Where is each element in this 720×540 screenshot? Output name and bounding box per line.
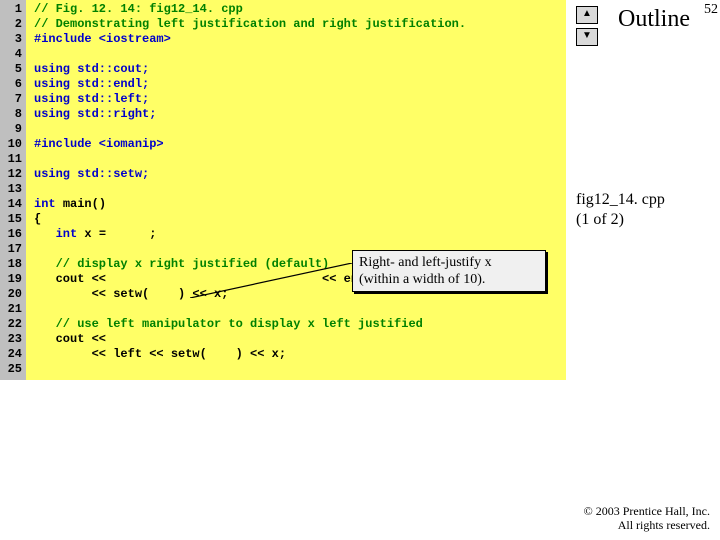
copyright-line2: All rights reserved. <box>584 518 710 532</box>
line-number: 16 <box>0 227 26 242</box>
outline-title: Outline <box>618 6 690 33</box>
line-number: 10 <box>0 137 26 152</box>
line-number: 2 <box>0 17 26 32</box>
code-panel: // Fig. 12. 14: fig12_14. cpp// Demonstr… <box>26 0 566 380</box>
line-number: 25 <box>0 362 26 377</box>
caption-filename: fig12_14. cpp <box>576 190 706 210</box>
line-number: 5 <box>0 62 26 77</box>
code-line: using std::setw; <box>34 167 566 182</box>
code-line <box>34 122 566 137</box>
line-number: 4 <box>0 47 26 62</box>
code-line: // Fig. 12. 14: fig12_14. cpp <box>34 2 566 17</box>
line-number: 1 <box>0 2 26 17</box>
code-line: int x = ; <box>34 227 566 242</box>
code-line <box>34 152 566 167</box>
caption-part: (1 of 2) <box>576 210 706 230</box>
code-line: using std::right; <box>34 107 566 122</box>
code-line: using std::endl; <box>34 77 566 92</box>
line-number: 9 <box>0 122 26 137</box>
line-number: 24 <box>0 347 26 362</box>
nav-down-button[interactable]: ▼ <box>576 28 598 46</box>
code-line: using std::cout; <box>34 62 566 77</box>
line-number-gutter: 1234567891011121314151617181920212223242… <box>0 0 26 380</box>
line-number: 22 <box>0 317 26 332</box>
line-number: 21 <box>0 302 26 317</box>
line-number: 17 <box>0 242 26 257</box>
line-number: 12 <box>0 167 26 182</box>
slide-caption: fig12_14. cpp (1 of 2) <box>576 190 706 230</box>
line-number: 23 <box>0 332 26 347</box>
code-line: << left << setw( ) << x; <box>34 347 566 362</box>
line-number: 7 <box>0 92 26 107</box>
slide: 1234567891011121314151617181920212223242… <box>0 0 720 540</box>
copyright: © 2003 Prentice Hall, Inc. All rights re… <box>584 504 710 532</box>
code-line <box>34 362 566 377</box>
line-number: 18 <box>0 257 26 272</box>
copyright-line1: © 2003 Prentice Hall, Inc. <box>584 504 710 518</box>
code-line: cout << <box>34 332 566 347</box>
code-line: { <box>34 212 566 227</box>
code-line: int main() <box>34 197 566 212</box>
line-number: 8 <box>0 107 26 122</box>
callout-line1: Right- and left-justify x <box>359 254 539 271</box>
line-number: 11 <box>0 152 26 167</box>
code-line <box>34 302 566 317</box>
line-number: 14 <box>0 197 26 212</box>
code-line <box>34 182 566 197</box>
code-line: #include <iomanip> <box>34 137 566 152</box>
nav-up-button[interactable]: ▲ <box>576 6 598 24</box>
line-number: 19 <box>0 272 26 287</box>
line-number: 3 <box>0 32 26 47</box>
code-line <box>34 47 566 62</box>
code-line: // use left manipulator to display x lef… <box>34 317 566 332</box>
line-number: 15 <box>0 212 26 227</box>
line-number: 20 <box>0 287 26 302</box>
line-number: 6 <box>0 77 26 92</box>
page-number: 52 <box>704 2 718 18</box>
code-line: #include <iostream> <box>34 32 566 47</box>
code-line: // Demonstrating left justification and … <box>34 17 566 32</box>
line-number: 13 <box>0 182 26 197</box>
code-line: using std::left; <box>34 92 566 107</box>
callout-line2: (within a width of 10). <box>359 271 539 288</box>
callout-box: Right- and left-justify x (within a widt… <box>352 250 546 292</box>
